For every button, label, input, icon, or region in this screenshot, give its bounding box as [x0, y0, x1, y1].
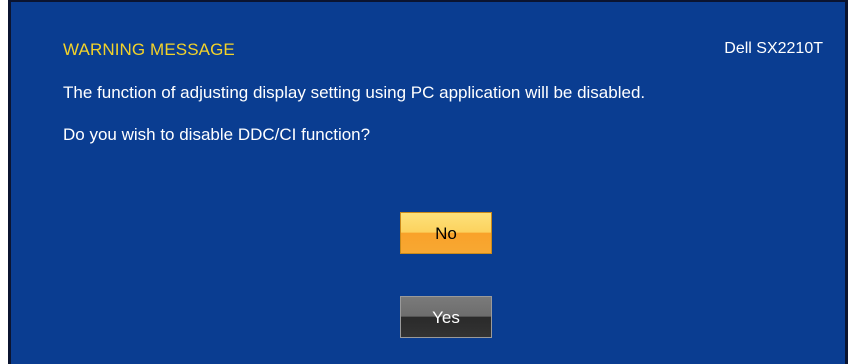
message-line-2: Do you wish to disable DDC/CI function? — [63, 125, 371, 144]
osd-warning-dialog: WARNING MESSAGE Dell SX2210T The functio… — [8, 0, 848, 364]
yes-button[interactable]: Yes — [400, 296, 492, 338]
message-line-1: The function of adjusting display settin… — [63, 83, 646, 102]
monitor-model-label: Dell SX2210T — [724, 40, 823, 57]
no-button[interactable]: No — [400, 212, 492, 254]
dialog-title: WARNING MESSAGE — [63, 40, 235, 59]
